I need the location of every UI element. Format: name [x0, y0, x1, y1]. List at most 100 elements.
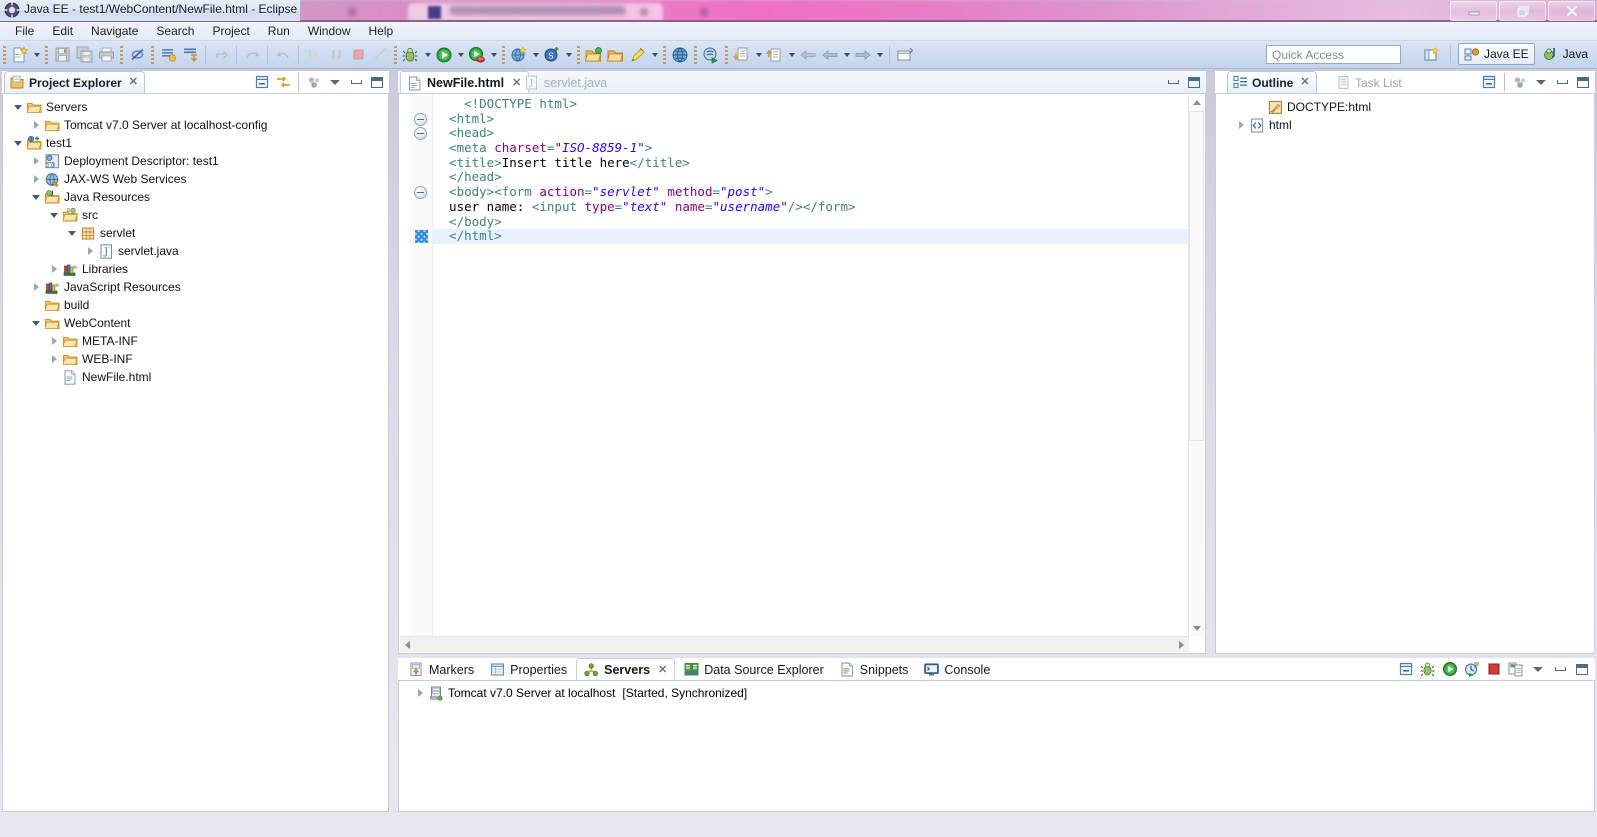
tree-item-build[interactable]: build [3, 296, 388, 314]
back-step-icon[interactable] [241, 44, 263, 66]
bottom-tab-properties[interactable]: Properties [483, 659, 574, 680]
run-dropdown-arrow[interactable] [455, 44, 466, 66]
view-menu-icon[interactable] [327, 74, 343, 90]
run-as-icon[interactable] [700, 44, 722, 66]
open-perspective-icon[interactable] [1421, 43, 1443, 65]
toolbar-grip-2[interactable] [45, 45, 48, 64]
view-menu-dots-icon[interactable] [306, 74, 322, 90]
collapse-arrow-icon[interactable] [29, 170, 43, 188]
bottom-tab-snippets[interactable]: Snippets [833, 659, 916, 680]
back-icon[interactable] [797, 44, 819, 66]
toolbar-grip-8[interactable] [663, 45, 666, 64]
new-servlet-icon[interactable]: S [541, 44, 563, 66]
next-annotation-icon[interactable] [731, 44, 753, 66]
menu-edit[interactable]: Edit [43, 22, 82, 40]
tree-item-webcontent[interactable]: WebContent [3, 314, 388, 332]
bottom-tab-console[interactable]: Console [917, 659, 997, 680]
save-icon[interactable] [51, 44, 73, 66]
collapse-arrow-icon[interactable] [83, 242, 97, 260]
forward-history-icon[interactable] [852, 44, 874, 66]
editor-tab-servlet-java[interactable]: J servlet.java [518, 72, 614, 93]
toggle-mark-occurrences-icon[interactable] [179, 44, 201, 66]
toolbar-grip-4[interactable] [151, 45, 154, 64]
maximize-icon[interactable] [1574, 661, 1590, 677]
toolbar-grip-7[interactable] [577, 45, 580, 64]
save-all-icon[interactable] [73, 44, 95, 66]
start-server-icon[interactable] [1442, 661, 1458, 677]
run-server-icon[interactable] [466, 44, 488, 66]
new-servlet-dropdown-arrow[interactable] [563, 44, 574, 66]
stop-server-icon[interactable] [1486, 661, 1502, 677]
tree-item-servlet-java[interactable]: Jservlet.java [3, 242, 388, 260]
menu-window[interactable]: Window [299, 22, 360, 40]
new-web-project-icon[interactable] [508, 44, 530, 66]
toolbar-grip-3[interactable] [120, 45, 123, 64]
close-window-button[interactable] [1548, 1, 1595, 21]
minimize-icon[interactable] [1552, 661, 1568, 677]
new-java-file-icon[interactable] [157, 44, 179, 66]
tree-item-jax-ws-web-services[interactable]: JAX-WS Web Services [3, 170, 388, 188]
forward-history-dropdown-arrow[interactable] [874, 44, 885, 66]
fold-collapse-icon[interactable] [414, 112, 427, 126]
search-dropdown-arrow[interactable] [649, 44, 660, 66]
tree-item-servers[interactable]: Servers [3, 98, 388, 116]
close-icon[interactable]: ✕ [658, 664, 667, 676]
minimize-window-button[interactable] [1450, 1, 1497, 21]
code-line[interactable]: </head> [432, 170, 1188, 185]
new-web-project-dropdown-arrow[interactable] [530, 44, 541, 66]
tree-item-newfile-html[interactable]: NewFile.html [3, 368, 388, 386]
close-icon[interactable]: ✕ [129, 77, 138, 88]
tree-item-test1[interactable]: test1 [3, 134, 388, 152]
expand-arrow-icon[interactable] [11, 98, 25, 116]
previous-annotation-dropdown-arrow[interactable] [786, 44, 797, 66]
view-menu-icon[interactable] [1530, 661, 1546, 677]
open-type-icon[interactable] [583, 44, 605, 66]
scroll-left-icon[interactable] [400, 637, 415, 652]
tab-task-list[interactable]: Task List [1331, 71, 1409, 93]
expand-arrow-icon[interactable] [29, 188, 43, 206]
collapse-arrow-icon[interactable] [47, 350, 61, 368]
collapse-arrow-icon[interactable] [29, 152, 43, 170]
menu-navigate[interactable]: Navigate [82, 22, 147, 40]
restore-editor-icon[interactable] [894, 44, 916, 66]
previous-annotation-icon[interactable] [764, 44, 786, 66]
disconnect-icon[interactable] [369, 44, 391, 66]
perspective-java-ee[interactable]: Java EE [1457, 43, 1535, 65]
menu-search[interactable]: Search [147, 22, 203, 40]
expand-arrow-icon[interactable] [47, 206, 61, 224]
tree-item-doctype-html[interactable]: DOCTYPE:html [1216, 98, 1594, 116]
backward-history-icon[interactable] [819, 44, 841, 66]
link-with-editor-icon[interactable] [275, 74, 291, 90]
print-icon[interactable] [95, 44, 117, 66]
backward-history-dropdown-arrow[interactable] [841, 44, 852, 66]
next-annotation-dropdown-arrow[interactable] [753, 44, 764, 66]
tree-item-libraries[interactable]: Libraries [3, 260, 388, 278]
code-line[interactable]: <title>Insert title here</title> [432, 155, 1188, 171]
expand-arrow-icon[interactable] [29, 314, 43, 332]
menu-file[interactable]: File [6, 22, 43, 40]
tree-item-deployment-descriptor-test1[interactable]: 3.0 Deployment Descriptor: test1 [3, 152, 388, 170]
toolbar-grip[interactable] [3, 45, 6, 64]
collapse-arrow-icon[interactable] [1234, 116, 1248, 134]
forward-step-icon[interactable] [210, 44, 232, 66]
terminate-icon[interactable] [347, 44, 369, 66]
bottom-tab-servers[interactable]: Servers ✕ [576, 658, 676, 682]
tree-item-src[interactable]: src [3, 206, 388, 224]
search-icon[interactable] [627, 44, 649, 66]
toggle-breakpoint-icon[interactable] [126, 44, 148, 66]
minimize-icon[interactable] [1165, 74, 1181, 90]
run-server-dropdown-arrow[interactable] [488, 44, 499, 66]
code-line[interactable]: <!DOCTYPE html> [432, 96, 1188, 112]
maximize-icon[interactable] [1575, 74, 1591, 90]
bottom-tab-markers[interactable]: Markers [402, 659, 481, 680]
code-line[interactable]: </body> [432, 214, 1188, 230]
collapse-arrow-icon[interactable] [29, 278, 43, 296]
fold-collapse-icon[interactable] [414, 127, 427, 141]
tree-item-html[interactable]: html [1216, 116, 1594, 134]
collapse-all-icon[interactable] [1398, 661, 1414, 677]
menu-project[interactable]: Project [203, 22, 258, 40]
run-icon[interactable] [433, 44, 455, 66]
resume-icon[interactable] [303, 44, 325, 66]
editor-vertical-scrollbar[interactable] [1188, 95, 1204, 636]
new-wizard-icon[interactable] [9, 44, 31, 66]
